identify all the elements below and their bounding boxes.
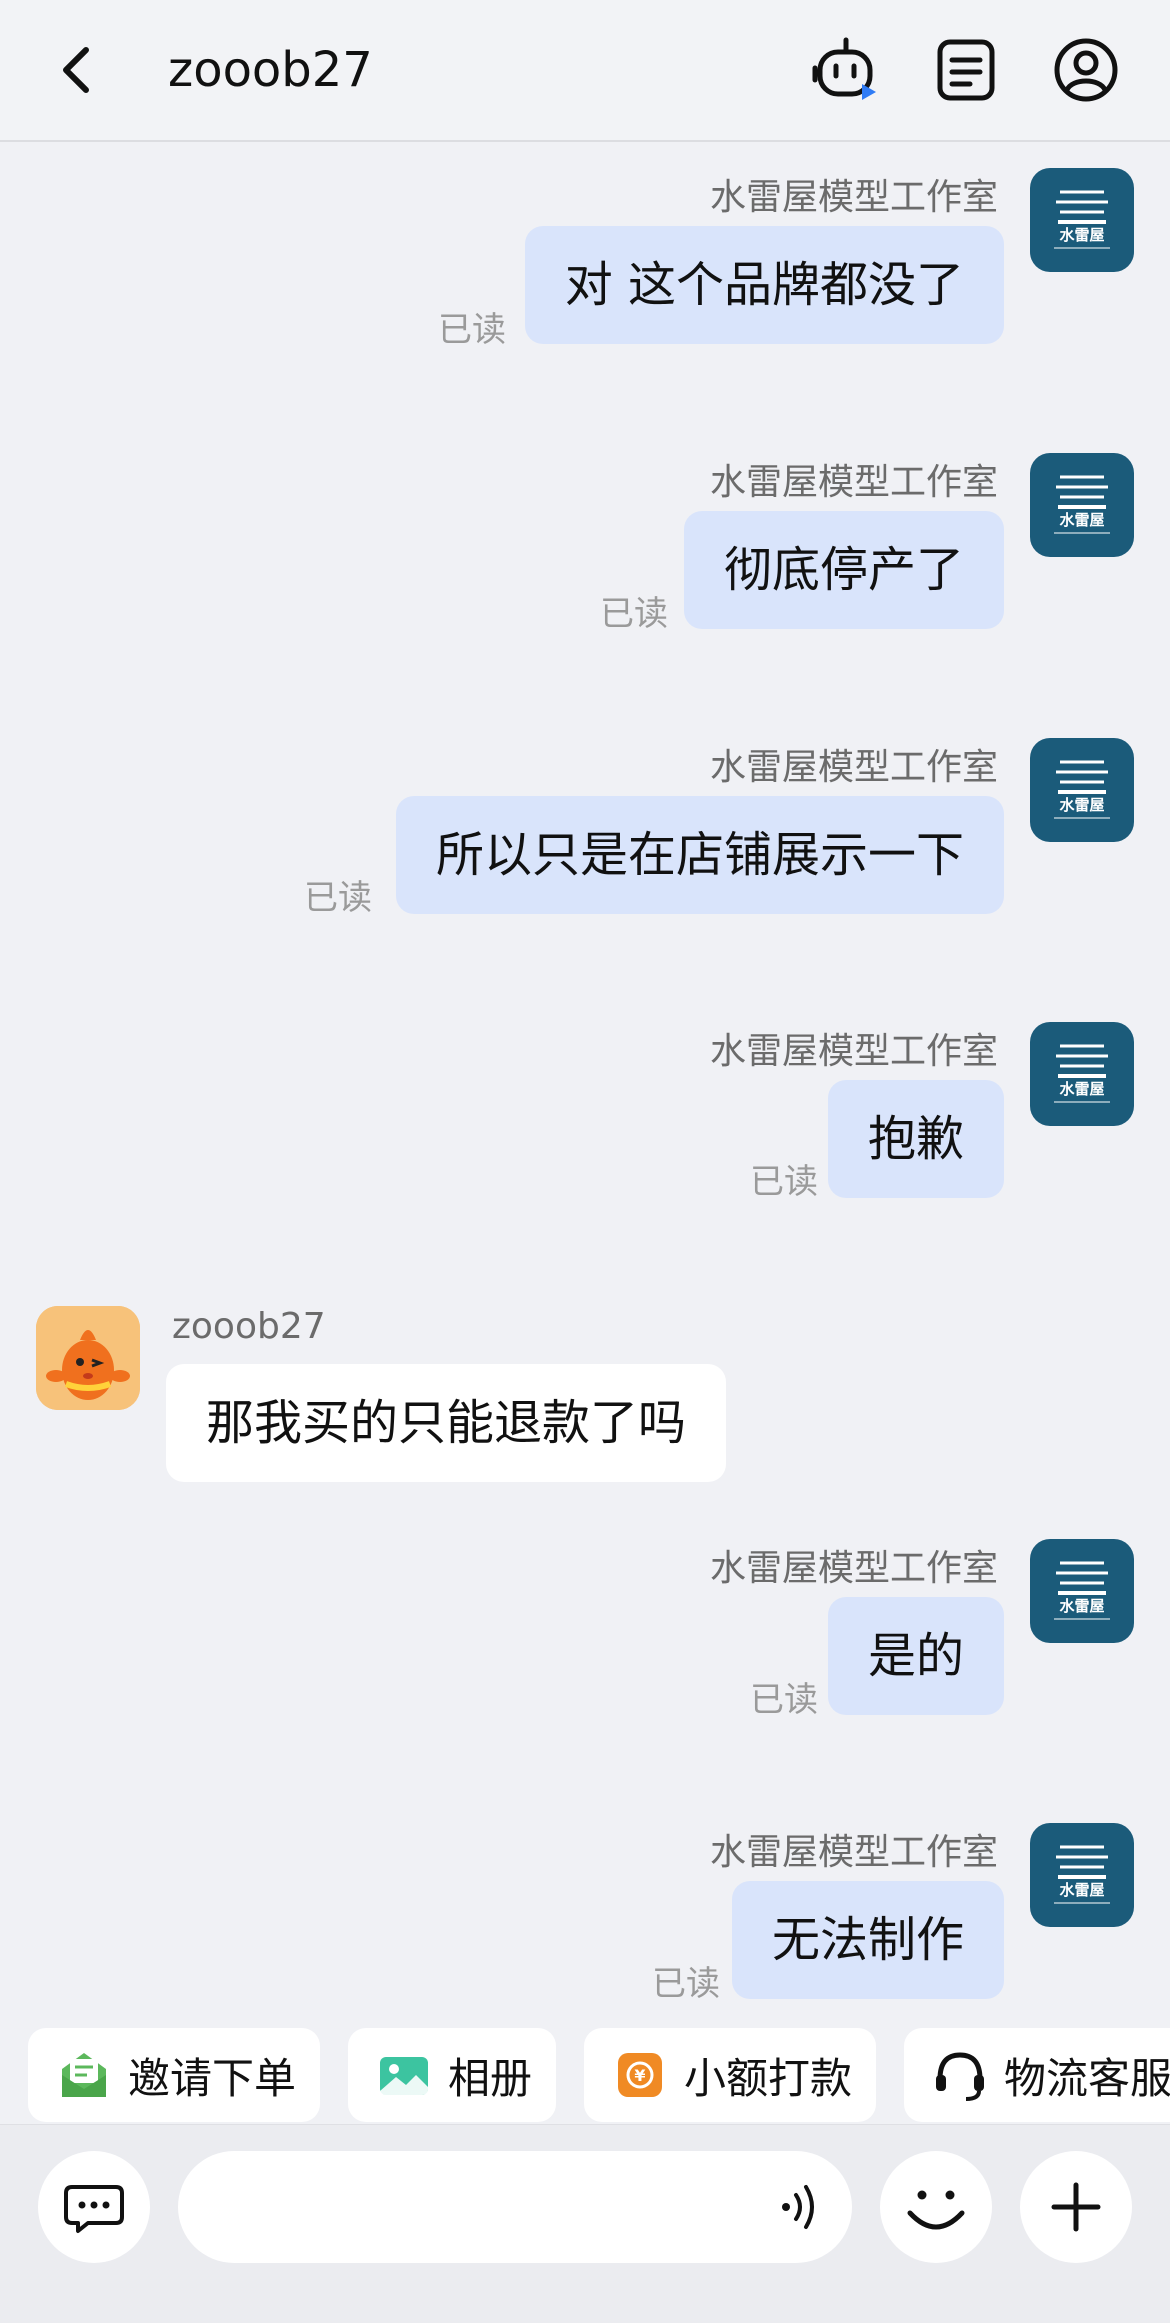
quick-action-bar: 邀请下单 相册 ¥ 小额打款 物流客服 xyxy=(0,2000,1170,2124)
svg-text:水雷屋: 水雷屋 xyxy=(1059,796,1104,814)
quick-action-invite-order[interactable]: 邀请下单 xyxy=(28,2028,320,2122)
shop-avatar[interactable]: 水雷屋 xyxy=(1030,1022,1134,1126)
message-input-bar xyxy=(0,2124,1170,2323)
small-payment-icon: ¥ xyxy=(610,2045,670,2105)
quick-action-logistics-service[interactable]: 物流客服 xyxy=(904,2028,1170,2122)
message-bubble-self[interactable]: 是的 xyxy=(827,1597,1004,1715)
svg-text:水雷屋: 水雷屋 xyxy=(1059,1881,1104,1899)
quick-action-label: 邀请下单 xyxy=(128,2053,297,2103)
read-status: 已读 xyxy=(652,1964,720,2004)
read-status: 已读 xyxy=(600,594,668,634)
message-input[interactable] xyxy=(178,2151,852,2263)
svg-text:水雷屋: 水雷屋 xyxy=(1059,1080,1104,1098)
user-profile-icon[interactable] xyxy=(1052,36,1120,104)
invite-order-icon xyxy=(54,2045,114,2105)
shop-avatar[interactable]: 水雷屋 xyxy=(1030,738,1134,842)
quick-action-album[interactable]: 相册 xyxy=(348,2028,556,2122)
plus-icon[interactable] xyxy=(1020,2151,1132,2263)
quick-action-label: 小额打款 xyxy=(684,2053,853,2103)
quick-action-label: 物流客服 xyxy=(1004,2053,1170,2103)
svg-text:水雷屋: 水雷屋 xyxy=(1059,511,1104,529)
shop-avatar[interactable]: 水雷屋 xyxy=(1030,168,1134,272)
read-status: 已读 xyxy=(750,1680,818,1720)
sender-name: 水雷屋模型工作室 xyxy=(709,1832,998,1873)
back-chevron-icon[interactable] xyxy=(52,44,102,96)
quick-action-label: 相册 xyxy=(448,2053,533,2103)
chat-bubble-icon[interactable] xyxy=(38,2151,150,2263)
chat-header: zooob27 xyxy=(0,0,1170,142)
voice-icon[interactable] xyxy=(770,2177,830,2237)
quick-action-small-payment[interactable]: ¥ 小额打款 xyxy=(584,2028,876,2122)
chat-title: zooob27 xyxy=(168,42,373,98)
sender-name: 水雷屋模型工作室 xyxy=(709,177,998,218)
read-status: 已读 xyxy=(304,878,372,918)
sender-name: 水雷屋模型工作室 xyxy=(709,1031,998,1072)
read-status: 已读 xyxy=(438,310,506,350)
message-bubble-self[interactable]: 抱歉 xyxy=(827,1080,1004,1198)
sender-name: 水雷屋模型工作室 xyxy=(709,1548,998,1589)
robot-assistant-icon[interactable] xyxy=(812,36,880,104)
album-icon xyxy=(374,2045,434,2105)
message-bubble-self[interactable]: 无法制作 xyxy=(731,1881,1004,1999)
emoji-icon[interactable] xyxy=(880,2151,992,2263)
sender-name: 水雷屋模型工作室 xyxy=(709,462,998,503)
sender-name: 水雷屋模型工作室 xyxy=(709,747,998,788)
message-bubble-self[interactable]: 对 这个品牌都没了 xyxy=(524,226,1004,344)
sender-name: zooob27 xyxy=(172,1306,326,1347)
message-bubble-other[interactable]: 那我买的只能退款了吗 xyxy=(166,1364,727,1482)
shop-avatar[interactable]: 水雷屋 xyxy=(1030,1539,1134,1643)
svg-text:水雷屋: 水雷屋 xyxy=(1059,1597,1104,1615)
svg-text:水雷屋: 水雷屋 xyxy=(1059,226,1104,244)
shop-avatar[interactable]: 水雷屋 xyxy=(1030,1823,1134,1927)
logistics-service-icon xyxy=(930,2045,990,2105)
order-list-icon[interactable] xyxy=(932,36,1000,104)
read-status: 已读 xyxy=(750,1162,818,1202)
user-avatar[interactable] xyxy=(36,1306,140,1410)
svg-text:¥: ¥ xyxy=(634,2066,645,2085)
shop-avatar[interactable]: 水雷屋 xyxy=(1030,453,1134,557)
message-bubble-self[interactable]: 彻底停产了 xyxy=(683,511,1004,629)
message-bubble-self[interactable]: 所以只是在店铺展示一下 xyxy=(395,796,1004,914)
